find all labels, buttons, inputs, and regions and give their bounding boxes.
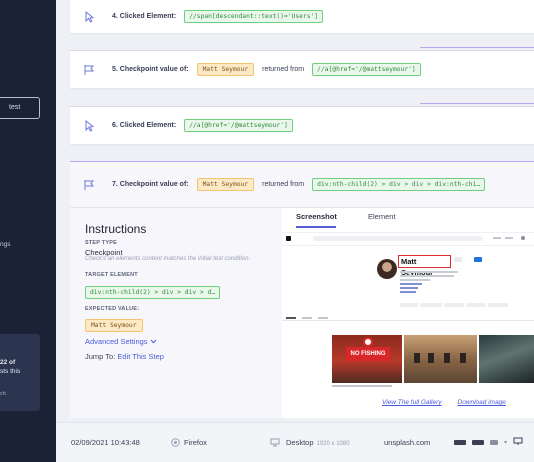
- sidebar-test-button[interactable]: test: [0, 97, 40, 119]
- flag-chip-icon: [472, 440, 484, 445]
- profile-avatar: [377, 259, 397, 279]
- expected-value-label: EXPECTED VALUE:: [85, 306, 140, 312]
- value-badge: Matt Seymour: [196, 178, 255, 191]
- jump-to: Jump To: Edit This Step: [85, 352, 164, 361]
- usage-line-1: 22 of: [0, 359, 16, 366]
- step-7-header[interactable]: 7. Checkpoint value of: Matt Seymour ret…: [70, 162, 534, 208]
- browser-name: Firefox: [184, 438, 207, 447]
- browser-icon: [170, 438, 180, 448]
- device-info: Desktop 1920 x 1080: [286, 438, 350, 447]
- active-tab-underline: [296, 226, 336, 228]
- usage-line-2: sts this: [0, 368, 21, 375]
- target-element-label: TARGET ELEMENT: [85, 272, 138, 278]
- selector-badge: //a[@href='/@mattseymour']: [184, 119, 293, 132]
- expected-value-badge: Matt Seymour: [85, 319, 143, 332]
- gallery-photo: NO FISHING: [332, 335, 402, 383]
- unsplash-logo-icon: [286, 235, 291, 241]
- step-label: 4. Clicked Element:: [112, 13, 177, 20]
- flag-icon: [82, 178, 96, 192]
- device-resolution: 1920 x 1080: [316, 441, 350, 447]
- chevron-down-icon: [150, 337, 157, 346]
- device-name: Desktop: [286, 438, 314, 447]
- instructions-panel: Instructions STEP TYPE Checkpoint Check'…: [70, 208, 282, 418]
- sidebar-test-label: test: [9, 104, 21, 111]
- advanced-settings-label: Advanced Settings: [85, 337, 148, 346]
- returned-from-text: returned from: [262, 66, 305, 73]
- footer-controls: ▾: [454, 437, 523, 448]
- selector-badge: div:nth-child(2) > div > div > div:nth-c…: [312, 178, 486, 191]
- flag-icon: [82, 63, 96, 77]
- flag-chip-icon: [454, 440, 466, 445]
- tab-screenshot[interactable]: Screenshot: [296, 212, 337, 221]
- returned-from-text: returned from: [262, 181, 305, 188]
- step-row-6[interactable]: 6. Clicked Element: //a[@href='/@mattsey…: [70, 103, 534, 144]
- run-datetime: 02/09/2021 10:43:48: [71, 438, 140, 447]
- download-image-link[interactable]: Download image: [458, 399, 506, 406]
- desktop-icon: [270, 438, 280, 448]
- selector-badge: //a[@href='/@mattseymour']: [312, 63, 421, 76]
- edit-step-link[interactable]: Edit This Step: [117, 352, 164, 361]
- step-type-hint: Check's an elements content matches the …: [85, 256, 251, 262]
- sidebar-usage-card: 22 of sts this ch: [0, 334, 40, 411]
- step-label: 5. Checkpoint value of:: [112, 66, 189, 73]
- gallery-photo: [479, 335, 534, 383]
- target-element-badge: div:nth-child(2) > div > div > d…: [85, 286, 221, 299]
- instructions-title: Instructions: [85, 222, 147, 236]
- selector-badge: //span[descendant::text()='Users']: [184, 10, 324, 23]
- step-row-4[interactable]: 4. Clicked Element: //span[descendant::t…: [70, 0, 534, 33]
- usage-line-3[interactable]: ch: [0, 390, 40, 399]
- preview-panel: Screenshot Element Matt Seymour: [282, 208, 534, 418]
- gallery-photo: [404, 335, 477, 383]
- run-details-footer: 02/09/2021 10:43:48 Firefox Desktop 1920 …: [56, 422, 534, 462]
- sidebar-item-settings[interactable]: ngs: [0, 241, 10, 248]
- step-label: 7. Checkpoint value of:: [112, 181, 189, 188]
- step-row-7-expanded: 7. Checkpoint value of: Matt Seymour ret…: [70, 161, 534, 418]
- monitor-icon[interactable]: [513, 437, 523, 448]
- view-gallery-link[interactable]: View The full Gallery: [382, 399, 442, 406]
- host-name: unsplash.com: [384, 438, 431, 447]
- advanced-settings-toggle[interactable]: Advanced Settings: [85, 337, 157, 346]
- step-label: 6. Clicked Element:: [112, 122, 177, 129]
- cursor-click-icon: [82, 10, 96, 24]
- step-type-label: STEP TYPE: [85, 240, 117, 246]
- language-chip-icon[interactable]: [490, 440, 498, 445]
- jump-to-prefix: Jump To:: [85, 352, 116, 361]
- highlighted-profile-name: Matt Seymour: [398, 255, 451, 277]
- step-row-5[interactable]: 5. Checkpoint value of: Matt Seymour ret…: [70, 47, 534, 88]
- cursor-click-icon: [82, 119, 96, 133]
- chevron-down-icon[interactable]: ▾: [504, 439, 507, 446]
- no-fishing-sign: NO FISHING: [346, 347, 390, 361]
- tab-element[interactable]: Element: [368, 212, 396, 221]
- value-badge: Matt Seymour: [196, 63, 255, 76]
- page-screenshot: Matt Seymour NO FISHING: [282, 232, 534, 394]
- sidebar: test ngs 22 of sts this ch: [0, 0, 56, 462]
